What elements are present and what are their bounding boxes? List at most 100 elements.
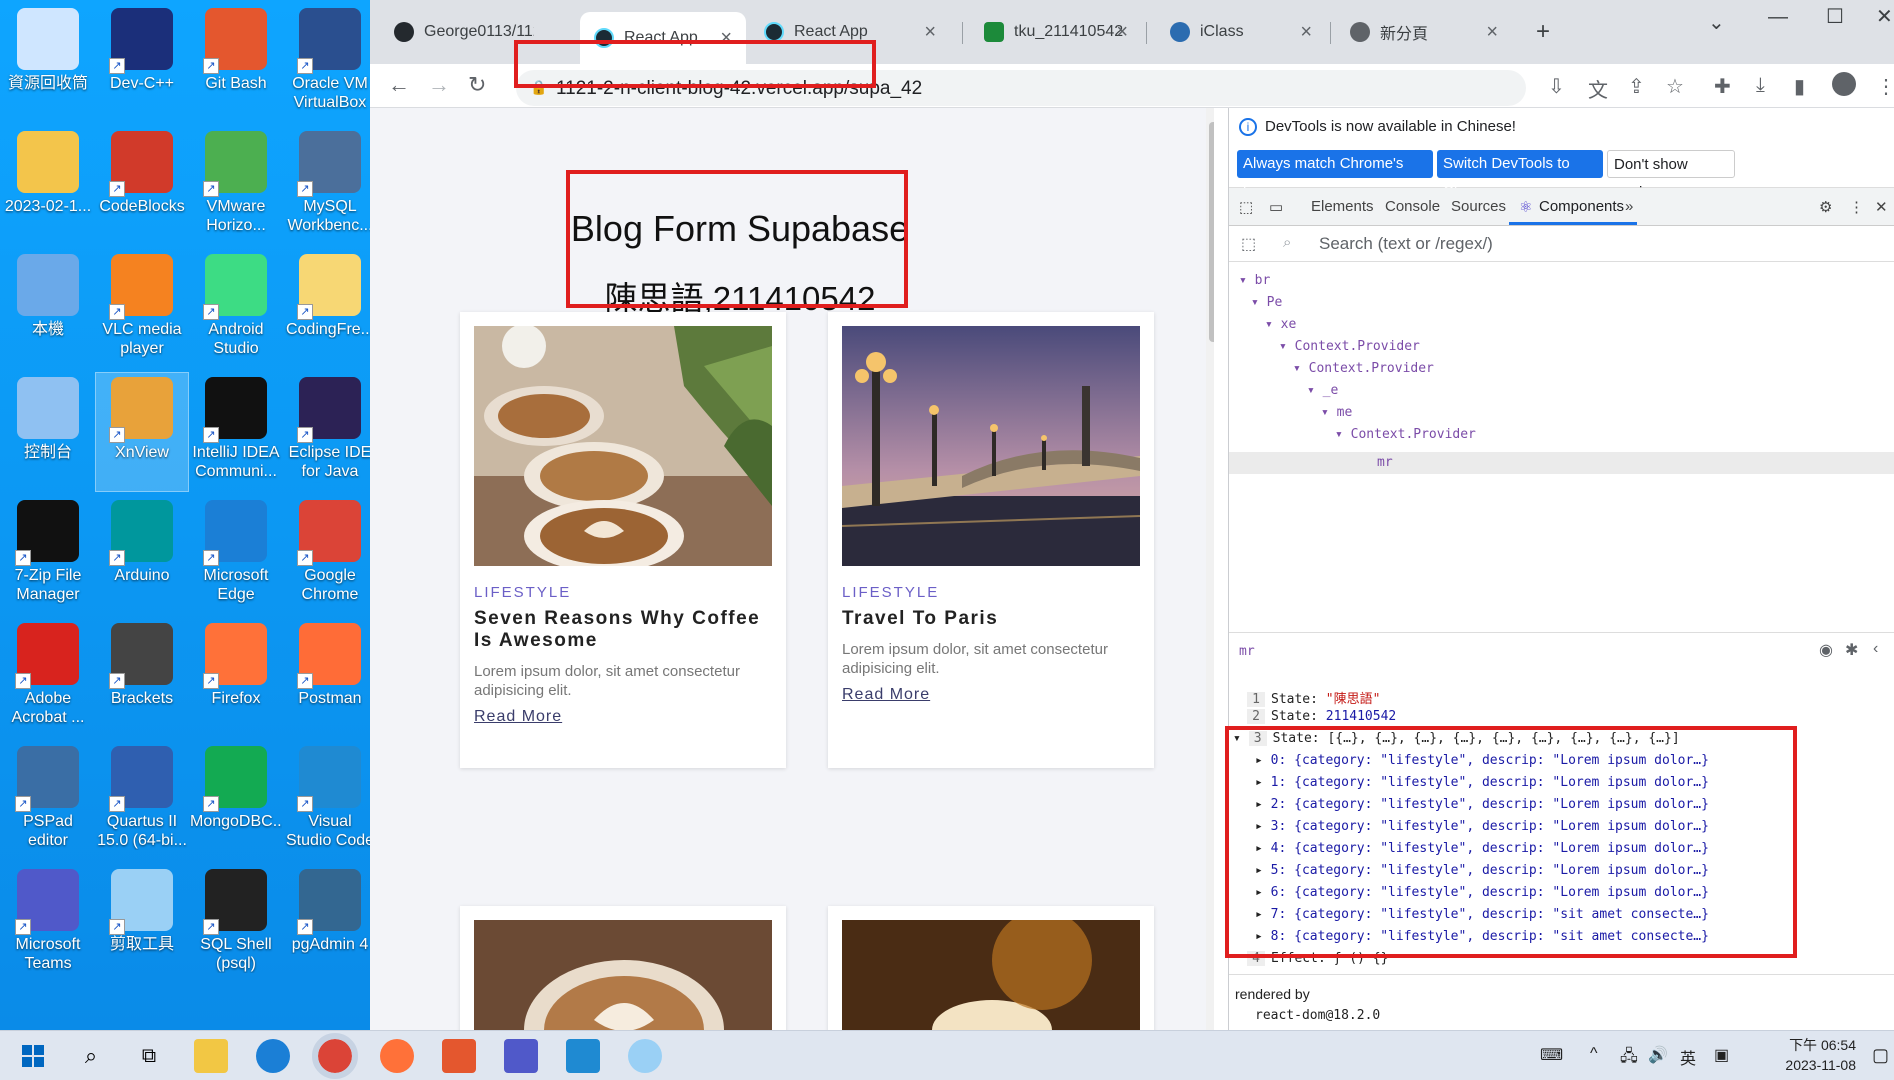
desktop-icon[interactable]: ↗ Arduino [96, 496, 188, 614]
desktop-icon[interactable]: ↗ Visual Studio Code [284, 742, 376, 860]
search-input[interactable]: Search (text or /regex/) [1319, 234, 1493, 254]
extensions-icon[interactable]: ✚ [1714, 74, 1731, 99]
tab-iclass[interactable]: iClass × [1156, 12, 1326, 52]
firefox-icon[interactable] [380, 1039, 414, 1073]
profile-avatar[interactable] [1832, 72, 1856, 96]
start-button[interactable] [16, 1039, 50, 1073]
bookmark-star-icon[interactable]: ☆ [1666, 74, 1684, 99]
share-icon[interactable]: ⇪ [1628, 74, 1645, 99]
tree-node[interactable]: ▾ xe [1265, 317, 1296, 332]
more-tabs-icon[interactable]: » [1625, 198, 1633, 215]
desktop-icon[interactable]: 2023-02-1... [2, 127, 94, 245]
desktop-icon[interactable]: 控制台 [2, 373, 94, 491]
tree-node[interactable]: ▾ me [1321, 405, 1352, 420]
git-icon[interactable] [442, 1039, 476, 1073]
desktop-icon[interactable]: 本機 [2, 250, 94, 368]
forward-button[interactable]: → [428, 72, 450, 98]
file-explorer-icon[interactable] [194, 1039, 228, 1073]
reload-button[interactable]: ↻ [468, 72, 486, 98]
desktop-icon[interactable]: ↗ Android Studio [190, 250, 282, 368]
tab-tku[interactable]: tku_211410542 × [970, 12, 1142, 52]
tree-node[interactable]: ▾ Context.Provider [1335, 427, 1476, 442]
input-panel-icon[interactable]: ⌨ [1540, 1045, 1563, 1065]
desktop-icon[interactable]: ↗ Git Bash [190, 4, 282, 122]
minimize-button[interactable]: — [1768, 6, 1788, 29]
switch-to-chinese-button[interactable]: Switch DevTools to Chinese [1437, 150, 1603, 200]
read-more-link[interactable]: Read More [842, 686, 930, 704]
settings-icon[interactable]: ⚙ [1819, 198, 1832, 216]
new-tab-button[interactable]: + [1536, 18, 1550, 46]
tree-node[interactable]: ▾ Context.Provider [1293, 361, 1434, 376]
tree-node[interactable]: ▾ _e [1307, 383, 1338, 398]
download-icon[interactable]: ⤓ [1756, 74, 1765, 97]
tree-node[interactable]: ▾ Context.Provider [1279, 339, 1420, 354]
tree-node[interactable]: ▾ Pe [1251, 295, 1282, 310]
notifications-icon[interactable]: ▢ [1872, 1045, 1889, 1066]
task-view-icon[interactable]: ⧉ [132, 1039, 166, 1073]
edge-icon[interactable] [256, 1039, 290, 1073]
tab-search-icon[interactable]: ⌄ [1708, 10, 1725, 35]
desktop-icon[interactable]: ↗ VMware Horizo... [190, 127, 282, 245]
desktop-icon[interactable]: ↗ XnView [95, 372, 189, 492]
devtools-menu-icon[interactable]: ⋮ [1849, 198, 1864, 216]
close-icon[interactable]: × [1300, 21, 1312, 44]
scrollbar-thumb[interactable] [1209, 122, 1214, 342]
tab-elements[interactable]: Elements [1311, 198, 1374, 215]
search-icon[interactable]: ⌕ [74, 1039, 108, 1073]
desktop-icon[interactable]: ↗ 7-Zip File Manager [2, 496, 94, 614]
maximize-button[interactable]: ☐ [1826, 4, 1844, 29]
inspect-element-icon[interactable]: ⬚ [1239, 198, 1253, 216]
close-icon[interactable]: × [924, 21, 936, 44]
desktop-icon[interactable]: ↗ SQL Shell (psql) [190, 865, 282, 983]
select-component-icon[interactable]: ⬚ [1241, 234, 1256, 254]
ime-indicator[interactable]: 英 [1680, 1045, 1696, 1069]
desktop-icon[interactable]: ↗ Postman [284, 619, 376, 737]
devtools-close-icon[interactable]: ✕ [1875, 198, 1888, 216]
system-clock[interactable]: 下午 06:54 2023-11-08 [1785, 1035, 1856, 1075]
desktop-icon[interactable]: ↗Eclipse IDE for Java De... [284, 373, 376, 491]
tray-chevron-icon[interactable]: ^ [1590, 1045, 1598, 1063]
tab-components[interactable]: Components [1539, 198, 1624, 215]
tree-node[interactable]: ▾ br [1239, 273, 1270, 288]
read-more-link[interactable]: Read More [474, 708, 562, 726]
menu-icon[interactable]: ⋮ [1876, 74, 1894, 99]
desktop-icon[interactable]: ↗ CodingFre... [284, 250, 376, 368]
eye-icon[interactable]: ◉ [1819, 640, 1833, 660]
desktop-icon[interactable]: ↗ MongoDBC... [190, 742, 282, 860]
tab-new-tab[interactable]: 新分頁 × [1336, 12, 1512, 52]
desktop-icon[interactable]: ↗ PSPad editor [2, 742, 94, 860]
match-language-button[interactable]: Always match Chrome's language [1237, 150, 1433, 200]
dont-show-again-button[interactable]: Don't show again [1607, 150, 1735, 201]
desktop-icon[interactable]: ↗ Firefox [190, 619, 282, 737]
desktop-icon[interactable]: ↗ MySQL Workbenc... [284, 127, 376, 245]
source-icon[interactable]: ‹ [1873, 640, 1878, 658]
desktop-icon[interactable]: ↗ VLC media player [96, 250, 188, 368]
vscode-icon[interactable] [566, 1039, 600, 1073]
desktop-icon[interactable]: ↗ Google Chrome [284, 496, 376, 614]
desktop-icon[interactable]: ↗ Microsoft Edge [190, 496, 282, 614]
desktop-icon[interactable]: ↗ pgAdmin 4 [284, 865, 376, 983]
desktop-icon[interactable]: 資源回收筒 [2, 4, 94, 122]
window-close-button[interactable]: ✕ [1876, 4, 1893, 29]
paint-icon[interactable] [628, 1039, 662, 1073]
side-panel-icon[interactable]: ▮ [1794, 74, 1805, 99]
device-toolbar-icon[interactable]: ▭ [1269, 198, 1283, 216]
ime-mode-icon[interactable]: ▣ [1714, 1045, 1729, 1065]
volume-icon[interactable]: 🔊 [1648, 1045, 1668, 1065]
chrome-taskbar-icon[interactable] [312, 1033, 358, 1079]
network-icon[interactable]: 🖧 [1620, 1045, 1638, 1072]
tab-console[interactable]: Console [1385, 198, 1440, 215]
install-app-icon[interactable]: ⇩ [1548, 74, 1565, 99]
back-button[interactable]: ← [388, 72, 410, 98]
tab-sources[interactable]: Sources [1451, 198, 1506, 215]
bug-icon[interactable]: ✱ [1845, 640, 1858, 660]
desktop-icon[interactable]: ↗ Dev-C++ [96, 4, 188, 122]
desktop-icon[interactable]: ↗ IntelliJ IDEA Communi... [190, 373, 282, 491]
desktop-icon[interactable]: ↗ Quartus II 15.0 (64-bi... [96, 742, 188, 860]
close-icon[interactable]: × [1486, 21, 1498, 44]
desktop-icon[interactable]: ↗ Adobe Acrobat ... [2, 619, 94, 737]
desktop-icon[interactable]: ↗ Brackets [96, 619, 188, 737]
desktop-icon[interactable]: ↗ CodeBlocks [96, 127, 188, 245]
translate-icon[interactable]: 文 [1588, 74, 1608, 103]
close-icon[interactable]: × [1116, 21, 1128, 44]
